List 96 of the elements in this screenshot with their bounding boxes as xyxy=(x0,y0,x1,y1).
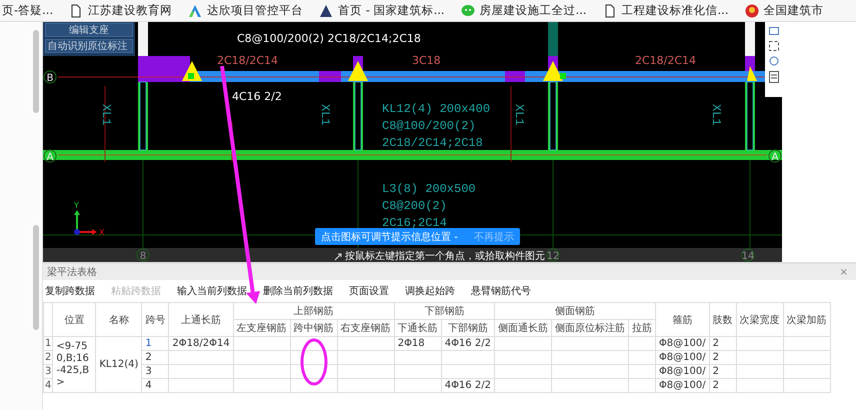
column-header: 位置 xyxy=(52,302,96,336)
column-header: 跨号 xyxy=(142,302,169,336)
select-frame-icon[interactable] xyxy=(768,41,778,51)
toolbar-button[interactable]: 输入当前列数据 xyxy=(177,284,247,298)
table-cell: 4 xyxy=(142,378,169,392)
table-cell: 2 xyxy=(709,378,736,392)
table-cell: 2 xyxy=(142,350,169,364)
row-number: 2 xyxy=(44,350,53,364)
column-header: 名称 xyxy=(96,302,142,336)
axis-icon xyxy=(74,210,97,235)
axis-label: X xyxy=(99,228,104,237)
beam-annotation: 2C18/2C14 xyxy=(217,54,278,67)
column-header: 上部钢筋 xyxy=(233,302,394,320)
bookmark-link[interactable]: 工程建设标准化信... xyxy=(622,3,728,18)
axis-marker: A xyxy=(44,150,56,163)
column-header: 跨中钢筋 xyxy=(290,320,338,336)
grid-marker: 12 xyxy=(546,248,560,262)
table-cell: 3 xyxy=(142,364,169,378)
axis-label: Y xyxy=(74,201,79,210)
table-cell: <9-750,B;16-425,B> xyxy=(52,336,96,392)
column-tag: XL1 xyxy=(318,104,332,126)
toolbar-button[interactable]: 删除当前列数据 xyxy=(263,284,333,298)
column-header: 次梁宽度 xyxy=(736,302,784,336)
column-header: 箍筋 xyxy=(655,302,710,336)
bookmark-link[interactable]: 页-答疑... xyxy=(2,3,54,18)
table-cell: 1 xyxy=(142,336,169,350)
table-cell: 4Φ16 2/2 xyxy=(441,336,494,350)
column-tag: XL1 xyxy=(512,104,526,126)
window-icon[interactable] xyxy=(768,26,778,36)
column-header: 侧面钢筋 xyxy=(494,302,656,320)
side-panel-button[interactable]: 自动识别原位标注 xyxy=(45,39,133,53)
column-header: 左支座钢筋 xyxy=(233,320,290,336)
grid-marker: 8 xyxy=(136,248,150,262)
beam-annotation: 3C18 xyxy=(412,54,441,67)
table-cell: 2 xyxy=(709,364,736,378)
grid-marker: 14 xyxy=(742,248,754,262)
bookmark-link[interactable]: 江苏建设教育网 xyxy=(88,3,172,18)
table-cell: 2Φ18 xyxy=(394,336,442,350)
beam-annotation: 4C16 2/2 xyxy=(232,90,282,103)
row-number: 3 xyxy=(44,364,53,378)
bookmark-link[interactable]: 全国建筑市 xyxy=(764,3,824,18)
table-cell: 2 xyxy=(709,350,736,364)
bookmark-link[interactable]: 首页 - 国家建筑标... xyxy=(338,3,445,18)
panel-title: 梁平法表格 xyxy=(47,266,97,279)
beam-annotation: 2C16;2C14 xyxy=(382,216,447,230)
table-cell: Φ8@100/ xyxy=(655,350,710,364)
toolbar-button[interactable]: 页面设置 xyxy=(349,284,389,298)
column-tag: XL1 xyxy=(709,104,723,126)
table-cell: 4Φ16 2/2 xyxy=(441,378,494,392)
list-icon[interactable] xyxy=(768,71,778,83)
toolbar-button[interactable]: 悬臂钢筋代号 xyxy=(471,284,531,298)
column-header: 次梁加筋 xyxy=(783,302,830,336)
axis-marker: B xyxy=(44,70,56,84)
toolbar-button[interactable]: 调换起始跨 xyxy=(405,284,455,298)
bookmark-link[interactable]: 房屋建设施工全过... xyxy=(480,3,587,18)
beam-annotation: 2C18/2C14;2C18 xyxy=(382,136,483,150)
column-header: 下部钢筋 xyxy=(441,320,494,336)
axis-marker: A xyxy=(768,150,782,163)
table-cell: Φ8@100/ xyxy=(655,336,710,350)
column-header: 下部钢筋 xyxy=(394,302,494,320)
logo-icon xyxy=(188,4,202,18)
table-cell: Φ8@100/ xyxy=(655,378,710,392)
scrollbar-thumb[interactable] xyxy=(33,225,39,330)
page-icon xyxy=(69,4,84,18)
status-text: 按鼠标左键指定第一个角点，或拾取构件图元 xyxy=(345,251,545,262)
beam-annotation: C8@100/200(2) 2C18/2C14;2C18 xyxy=(237,32,421,45)
row-number: 4 xyxy=(44,378,53,392)
beam-annotation: 2C18/2C14 xyxy=(635,54,696,67)
emblem-icon xyxy=(744,4,758,18)
row-number: 1 xyxy=(44,336,53,350)
chat-icon xyxy=(460,4,475,18)
tooltip-text: 点击图标可调节提示信息位置 - xyxy=(321,230,458,244)
table-cell: 2Φ18/2Φ14 xyxy=(168,336,234,350)
toolbar-button[interactable]: 复制跨数据 xyxy=(45,284,95,298)
column-tag: XL1 xyxy=(99,104,113,126)
side-panel-button[interactable]: 编辑支座 xyxy=(45,23,133,37)
annotation-ellipse xyxy=(300,338,328,386)
beam-annotation: KL12(4) 200x400 xyxy=(382,102,490,116)
column-header: 肢数 xyxy=(709,302,736,336)
column-header: 侧面通长筋 xyxy=(494,320,552,336)
beam-annotation: C8@200(2) xyxy=(382,199,447,213)
page-icon xyxy=(602,4,617,18)
table-cell: KL12(4) xyxy=(96,336,142,392)
column-header: 右支座钢筋 xyxy=(337,320,394,336)
scrollbar-thumb[interactable] xyxy=(33,30,39,113)
bookmark-link[interactable]: 达欣项目管控平台 xyxy=(207,3,304,18)
table-cell: 2 xyxy=(709,336,736,350)
cursor-icon xyxy=(334,254,342,260)
logo-icon xyxy=(319,4,334,18)
column-header: 下通长筋 xyxy=(394,320,442,336)
view-icon[interactable] xyxy=(768,56,778,66)
beam-annotation: L3(8) 200x500 xyxy=(382,182,476,196)
column-header: 侧面原位标注筋 xyxy=(551,320,628,336)
column-header: 上通长筋 xyxy=(168,302,234,336)
beam-annotation: C8@100/200(2) xyxy=(382,119,476,133)
table-cell: Φ8@100/ xyxy=(655,364,710,378)
